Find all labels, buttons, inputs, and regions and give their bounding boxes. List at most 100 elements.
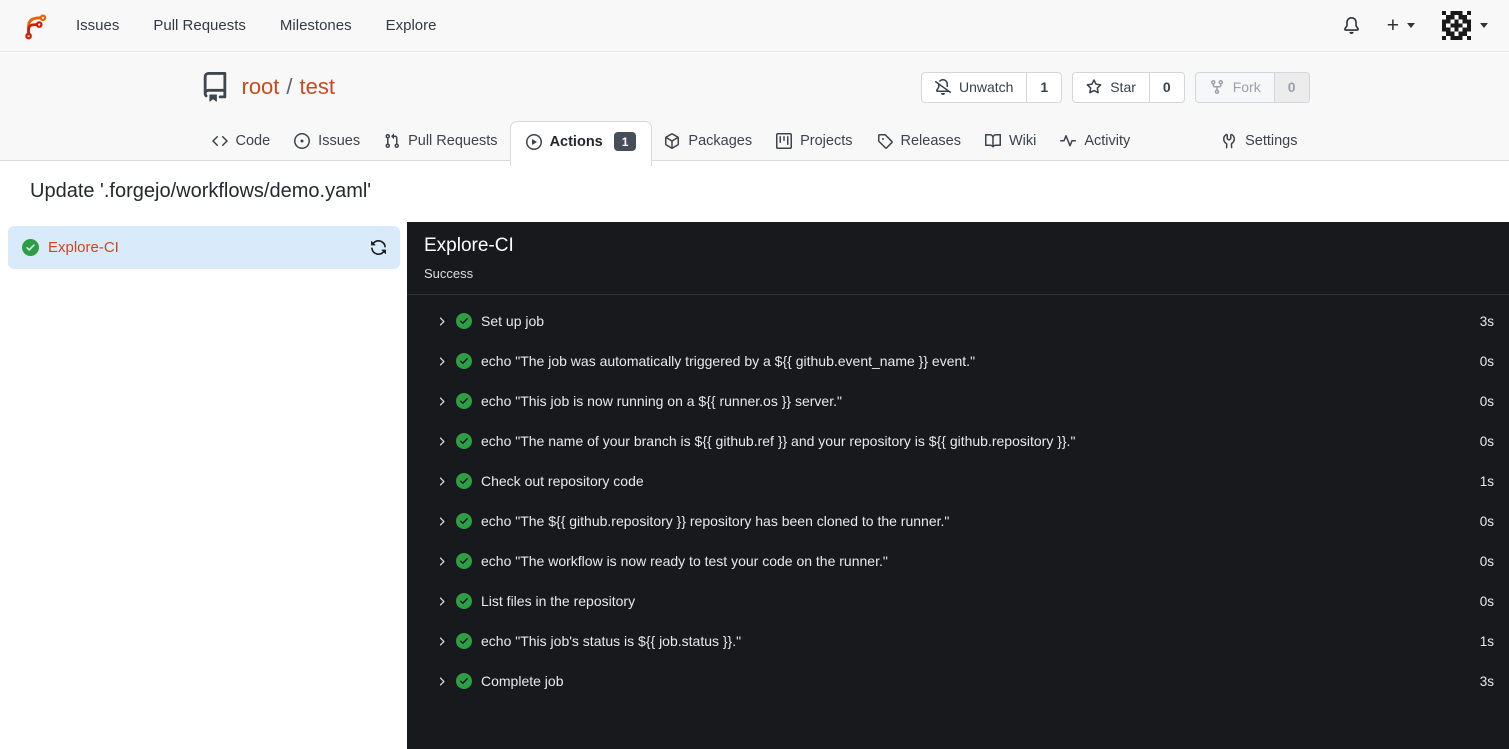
- step-duration: 0s: [1479, 353, 1494, 369]
- check-circle-icon: [456, 593, 472, 609]
- step-duration: 3s: [1479, 313, 1494, 329]
- tab-label: Projects: [800, 132, 853, 149]
- bell-slash-icon: [934, 79, 951, 95]
- repo-owner-link[interactable]: root: [242, 74, 280, 100]
- expand-step-control[interactable]: [435, 315, 448, 328]
- step-duration: 0s: [1479, 433, 1494, 449]
- play-icon: [525, 133, 542, 150]
- step-name: echo "The ${{ github.repository }} repos…: [481, 513, 950, 529]
- step-name: Check out repository code: [481, 473, 644, 489]
- star-count[interactable]: 0: [1148, 72, 1184, 102]
- user-menu-dropdown[interactable]: [1442, 11, 1488, 40]
- navbar-link-explore[interactable]: Explore: [386, 17, 437, 34]
- job-status-text: Success: [424, 266, 474, 281]
- repo-path-separator: /: [286, 74, 293, 99]
- tab-activity[interactable]: Activity: [1048, 121, 1142, 160]
- step-duration: 0s: [1479, 593, 1494, 609]
- fork-icon: [1210, 80, 1223, 95]
- unwatch-button-group: Unwatch 1: [920, 71, 1063, 103]
- chevron-right-icon: [439, 596, 445, 606]
- job-list-item[interactable]: Explore-CI: [8, 226, 400, 269]
- tab-packages[interactable]: Packages: [652, 121, 764, 160]
- unwatch-label: Unwatch: [958, 79, 1014, 95]
- navbar-links: Issues Pull Requests Milestones Explore: [76, 17, 436, 34]
- tab-code[interactable]: Code: [200, 121, 283, 160]
- step-row[interactable]: echo "The ${{ github.repository }} repos…: [407, 501, 1509, 541]
- step-row[interactable]: Check out repository code 1s: [407, 461, 1509, 501]
- check-circle-icon: [456, 513, 472, 529]
- unwatch-button[interactable]: Unwatch: [922, 73, 1026, 102]
- expand-step-control[interactable]: [435, 395, 448, 408]
- tab-wiki[interactable]: Wiki: [973, 121, 1048, 160]
- repo-name-link[interactable]: test: [300, 74, 335, 100]
- step-duration: 0s: [1479, 393, 1494, 409]
- notifications-bell-icon[interactable]: [1343, 17, 1360, 34]
- repo-icon: [200, 72, 230, 102]
- navbar-link-pull-requests[interactable]: Pull Requests: [153, 17, 246, 34]
- repo-header: root / test Unwatch 1 Star 0 Fork 0 Code Issue…: [0, 52, 1509, 166]
- tab-label: Wiki: [1008, 132, 1037, 149]
- chevron-right-icon: [439, 436, 445, 446]
- step-row[interactable]: echo "The workflow is now ready to test …: [407, 541, 1509, 581]
- navbar-link-milestones[interactable]: Milestones: [280, 17, 352, 34]
- issue-icon: [294, 132, 311, 149]
- tab-label: Settings: [1245, 132, 1298, 149]
- chevron-down-icon: [1480, 23, 1488, 28]
- star-button[interactable]: Star: [1073, 73, 1149, 102]
- run-layout: Explore-CI Explore-CI Success Set up job…: [0, 222, 1509, 749]
- step-name: echo "This job is now running on a ${{ r…: [481, 393, 842, 409]
- step-row[interactable]: Complete job 3s: [407, 661, 1509, 701]
- star-label: Star: [1110, 79, 1136, 95]
- navbar-right: +: [1343, 11, 1488, 40]
- step-row[interactable]: List files in the repository 0s: [407, 581, 1509, 621]
- fork-label: Fork: [1232, 79, 1261, 95]
- book-icon: [984, 133, 1001, 147]
- check-circle-icon: [456, 673, 472, 689]
- tab-label: Actions: [549, 133, 603, 150]
- step-row[interactable]: echo "This job is now running on a ${{ r…: [407, 381, 1509, 421]
- tab-label: Issues: [318, 132, 361, 149]
- step-duration: 1s: [1479, 633, 1494, 649]
- repo-tabs: Code Issues Pull Requests Actions 1 Packages P…: [200, 121, 1310, 166]
- expand-step-control[interactable]: [435, 475, 448, 488]
- tab-releases[interactable]: Releases: [865, 121, 973, 160]
- job-panel-title: Explore-CI: [424, 235, 514, 256]
- step-row[interactable]: Set up job 3s: [407, 301, 1509, 341]
- step-list: Set up job 3s echo "The job was automatica…: [407, 295, 1509, 701]
- forgejo-logo[interactable]: [21, 12, 49, 40]
- expand-step-control[interactable]: [435, 355, 448, 368]
- step-name: echo "The name of your branch is ${{ git…: [481, 433, 1076, 449]
- expand-step-control[interactable]: [435, 675, 448, 688]
- tab-badge: 1: [613, 132, 637, 151]
- tab-actions[interactable]: Actions 1: [509, 121, 653, 166]
- tab-label: Releases: [900, 132, 961, 149]
- tab-settings[interactable]: Settings: [1209, 121, 1309, 160]
- tab-pull-requests[interactable]: Pull Requests: [372, 121, 509, 160]
- unwatch-count[interactable]: 1: [1026, 72, 1061, 102]
- run-title-section: Update '.forgejo/workflows/demo.yaml': [0, 161, 1509, 222]
- step-row[interactable]: echo "The name of your branch is ${{ git…: [407, 421, 1509, 461]
- expand-step-control[interactable]: [435, 435, 448, 448]
- star-button-group: Star 0: [1072, 71, 1185, 103]
- tab-label: Code: [235, 132, 271, 149]
- step-name: echo "The job was automatically triggere…: [481, 353, 976, 369]
- chevron-right-icon: [439, 516, 445, 526]
- check-circle-icon: [456, 393, 472, 409]
- job-sidebar: Explore-CI: [0, 222, 407, 749]
- step-row[interactable]: echo "The job was automatically triggere…: [407, 341, 1509, 381]
- create-new-dropdown[interactable]: +: [1387, 15, 1415, 36]
- tab-issues[interactable]: Issues: [282, 121, 372, 160]
- chevron-down-icon: [1407, 23, 1415, 28]
- tab-label: Packages: [688, 132, 753, 149]
- step-name: echo "The workflow is now ready to test …: [481, 553, 888, 569]
- tab-projects[interactable]: Projects: [764, 121, 864, 160]
- expand-step-control[interactable]: [435, 555, 448, 568]
- navbar-link-issues[interactable]: Issues: [76, 17, 119, 34]
- expand-step-control[interactable]: [435, 595, 448, 608]
- expand-step-control[interactable]: [435, 515, 448, 528]
- code-icon: [211, 135, 228, 146]
- step-row[interactable]: echo "This job's status is ${{ job.statu…: [407, 621, 1509, 661]
- tab-label: Pull Requests: [408, 132, 498, 149]
- expand-step-control[interactable]: [435, 635, 448, 648]
- refresh-icon[interactable]: [370, 239, 387, 256]
